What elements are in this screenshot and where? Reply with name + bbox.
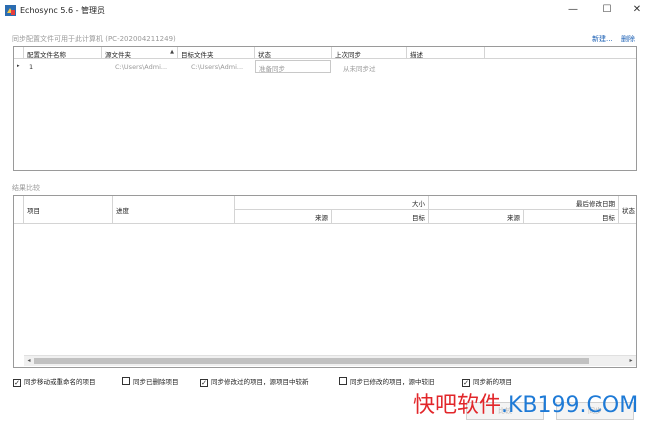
- close-button[interactable]: ✕: [622, 2, 650, 18]
- scrollbar-thumb[interactable]: [34, 358, 589, 364]
- col-header-modified-source[interactable]: 来源: [429, 210, 524, 224]
- col-header-description[interactable]: 描述: [407, 47, 485, 59]
- option-sync-moved-renamed[interactable]: ✓ 同步移动或重命名的项目: [13, 376, 96, 387]
- checkbox-checked-icon[interactable]: ✓: [13, 379, 21, 387]
- col-header-status[interactable]: 状态: [255, 47, 332, 59]
- col-header-item[interactable]: 项目: [24, 196, 113, 224]
- checkbox-checked-icon[interactable]: ✓: [200, 379, 208, 387]
- watermark-part2: .KB199.COM: [501, 393, 639, 418]
- sort-ascending-icon: ▲: [170, 49, 174, 55]
- scroll-right-icon[interactable]: ▸: [626, 356, 636, 366]
- row-header-corner: [14, 196, 24, 224]
- profiles-grid[interactable]: 配置文件名称 源文件夹 ▲ 目标文件夹 状态 上次同步 描述 ▸ 1 C:\Us…: [13, 46, 637, 171]
- col-header-size-target[interactable]: 目标: [332, 210, 429, 224]
- profiles-section-title: 同步配置文件可用于此计算机 (PC-202004211249): [12, 35, 176, 43]
- row-header-corner: [14, 47, 24, 59]
- row-selector-icon: ▸: [17, 63, 20, 69]
- description-cell[interactable]: [407, 61, 485, 72]
- window-title: Echosync 5.6 - 管理员: [20, 6, 106, 15]
- col-header-target-folder[interactable]: 目标文件夹: [178, 47, 255, 59]
- profile-name-cell[interactable]: 1: [26, 61, 102, 72]
- results-section-title: 结果比较: [12, 184, 40, 192]
- horizontal-scrollbar[interactable]: ◂ ▸: [24, 355, 636, 366]
- option-label: 同步已删除项目: [133, 378, 179, 386]
- maximize-button[interactable]: ☐: [592, 2, 622, 18]
- delete-profile-link[interactable]: 删除: [621, 34, 635, 44]
- option-sync-new[interactable]: ✓ 同步新的项目: [462, 376, 512, 387]
- option-sync-deleted[interactable]: 同步已删除项目: [122, 376, 179, 386]
- col-header-size[interactable]: 大小: [235, 196, 429, 210]
- col-header-modified-target[interactable]: 目标: [524, 210, 619, 224]
- option-label: 同步移动或重命名的项目: [24, 378, 96, 386]
- option-label: 同步修改过的项目，源项目中较新: [211, 378, 309, 386]
- option-sync-modified-older[interactable]: 同步已修改的项目，源中较旧: [339, 376, 435, 386]
- col-header-source-folder-label: 源文件夹: [105, 51, 131, 59]
- last-sync-cell[interactable]: 从未同步过: [340, 61, 407, 72]
- col-header-source-folder[interactable]: 源文件夹 ▲: [102, 47, 178, 59]
- checkbox-checked-icon[interactable]: ✓: [462, 379, 470, 387]
- results-grid[interactable]: 项目 进度 大小 最后修改日期 状态 来源 目标 来源 目标 ◂ ▸: [13, 195, 637, 368]
- minimize-button[interactable]: —: [558, 2, 588, 18]
- checkbox-unchecked-icon[interactable]: [122, 377, 130, 385]
- col-header-last-sync[interactable]: 上次同步: [332, 47, 407, 59]
- col-header-modified[interactable]: 最后修改日期: [429, 196, 619, 210]
- site-watermark: 快吧软件.KB199.COM: [413, 387, 638, 419]
- new-profile-link[interactable]: 新建...: [592, 34, 613, 44]
- title-bar: Echosync 5.6 - 管理员 — ☐ ✕: [0, 0, 650, 22]
- option-sync-modified-newer[interactable]: ✓ 同步修改过的项目，源项目中较新: [200, 376, 309, 387]
- option-label: 同步新的项目: [473, 378, 512, 386]
- source-folder-cell[interactable]: C:\Users\Admi...: [112, 61, 178, 72]
- col-header-progress[interactable]: 进度: [113, 196, 235, 224]
- status-cell[interactable]: 准备同步: [255, 60, 331, 73]
- col-header-status[interactable]: 状态: [619, 196, 636, 224]
- checkbox-unchecked-icon[interactable]: [339, 377, 347, 385]
- scroll-left-icon[interactable]: ◂: [24, 356, 34, 366]
- col-header-profile-name[interactable]: 配置文件名称: [24, 47, 102, 59]
- option-label: 同步已修改的项目，源中较旧: [350, 378, 435, 386]
- col-header-size-source[interactable]: 来源: [235, 210, 332, 224]
- col-header-filler: [485, 47, 636, 59]
- echosync-app-icon: [5, 5, 16, 16]
- watermark-part1: 快吧软件: [413, 393, 502, 418]
- target-folder-cell[interactable]: C:\Users\Admi...: [188, 61, 255, 72]
